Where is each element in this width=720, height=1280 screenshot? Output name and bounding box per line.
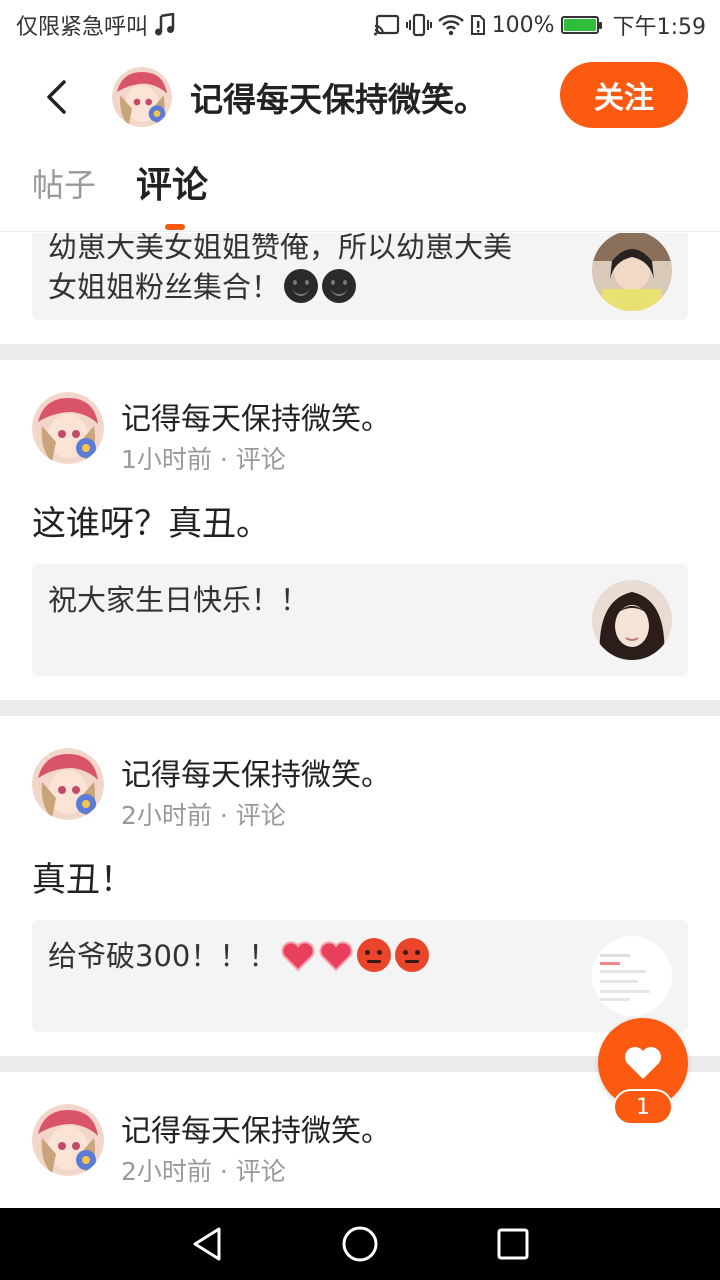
quoted-post-line: 幼崽大美女姐姐赞俺，所以幼崽大美 [48,233,513,264]
separator [0,344,720,360]
status-left: 仅限紧急呼叫 [16,9,176,41]
nav-back-button[interactable] [177,1214,237,1274]
author-name[interactable]: 记得每天保持微笑。 [121,750,391,794]
page-title: 记得每天保持微笑。 [190,80,487,119]
vibrate-icon [405,13,432,37]
angry-emoji-icon [357,938,392,972]
quoted-post-line: 女姐姐粉丝集合！ [48,270,281,304]
clock: 下午1:59 [612,15,706,40]
post-meta: 2小时前 · 评论 [121,801,286,830]
follow-button[interactable]: 关注 [560,62,688,128]
author-name[interactable]: 记得每天保持微笑。 [121,1106,391,1150]
separator [0,700,720,716]
quoted-post-text: 幼崽大美女姐姐赞俺，所以幼崽大美 女姐姐粉丝集合！ [48,233,568,307]
author-avatar[interactable] [32,748,104,820]
quoted-post[interactable]: 给爷破300！！！ [32,920,688,1032]
tab-indicator [165,224,185,230]
header: 记得每天保持微笑。 关注 [0,56,720,138]
comment-item[interactable]: 记得每天保持微笑。 2小时前 · 评论 真丑！ 给爷破300！！！ [0,716,720,1056]
cast-icon [373,14,400,36]
tab-comments[interactable]: 评论 [136,156,208,208]
wifi-icon [437,14,464,36]
comment-item[interactable]: 记得每天保持微笑。 1小时前 · 评论 这谁呀？真丑。 祝大家生日快乐！！ [0,360,720,700]
status-bar: 仅限紧急呼叫 100% 下午1:59 [0,0,720,50]
battery-percent: 100% [491,12,555,38]
author-avatar[interactable] [32,1104,104,1176]
quoted-post-line: 给爷破300！！！ [48,939,278,973]
dark-smile-emoji-icon [322,269,357,303]
dark-smile-emoji-icon [284,269,319,303]
nav-recents-button[interactable] [483,1214,543,1274]
quoted-post-thumbnail [592,936,672,1016]
circle-home-icon [342,1226,378,1262]
battery-icon [560,16,602,34]
quoted-post[interactable]: 祝大家生日快乐！！ [32,564,688,676]
like-count-badge: 1 [613,1089,673,1125]
music-note-icon [154,13,176,37]
square-recents-icon [497,1228,529,1260]
carrier-text: 仅限紧急呼叫 [16,15,149,40]
user-avatar[interactable] [112,67,172,127]
quoted-post-thumbnail [592,233,672,311]
system-nav-bar [0,1208,720,1280]
post-meta: 2小时前 · 评论 [121,1157,286,1186]
author-name[interactable]: 记得每天保持微笑。 [121,394,391,438]
chevron-left-icon [47,80,66,114]
tab-bar: 帖子 评论 [0,150,720,232]
heart-icon [625,1047,661,1079]
comment-text: 这谁呀？真丑。 [32,504,270,544]
post-meta: 1小时前 · 评论 [121,445,286,474]
nav-home-button[interactable] [330,1214,390,1274]
heart-emoji-icon [319,941,353,972]
status-right: 100% 下午1:59 [373,9,706,41]
comment-text: 真丑！ [32,860,134,900]
triangle-back-icon [193,1227,221,1261]
back-button[interactable] [26,67,86,127]
quoted-post-text: 给爷破300！！！ [48,936,568,976]
author-avatar[interactable] [32,392,104,464]
angry-emoji-icon [395,938,430,972]
sim-alert-icon [470,14,486,36]
quoted-post-thumbnail [592,580,672,660]
quoted-post-text: 祝大家生日快乐！！ [48,583,310,617]
tab-posts[interactable]: 帖子 [32,160,96,206]
quoted-post[interactable]: 幼崽大美女姐姐赞俺，所以幼崽大美 女姐姐粉丝集合！ [32,233,688,320]
heart-emoji-icon [281,941,315,972]
